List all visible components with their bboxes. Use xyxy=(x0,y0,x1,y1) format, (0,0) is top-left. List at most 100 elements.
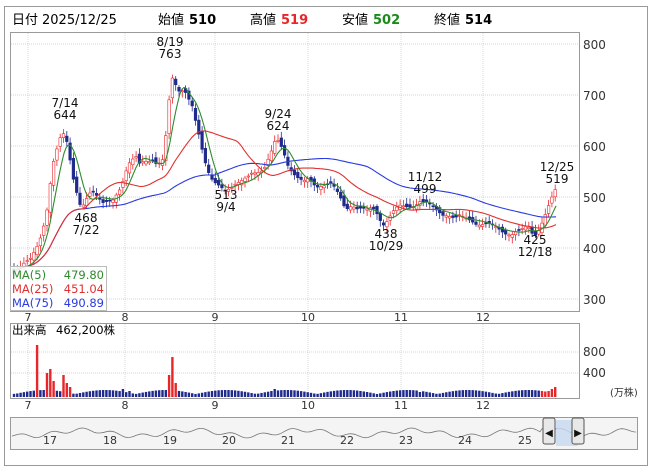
volume-bar xyxy=(220,390,224,397)
candle-body xyxy=(35,246,39,255)
volume-bar xyxy=(214,390,217,397)
volume-bar xyxy=(458,390,461,397)
candle-body xyxy=(342,195,346,207)
volume-bar xyxy=(365,392,369,397)
candle-body xyxy=(322,185,326,189)
range-navigator[interactable]: 17 18 19 20 21 22 23 24 25 ◀ ▶ xyxy=(10,417,638,450)
candle-body xyxy=(381,222,386,226)
price-axis-tick: 500 xyxy=(583,191,606,205)
candle-body xyxy=(131,158,135,166)
candle-body xyxy=(391,210,396,214)
volume-bar xyxy=(59,391,62,397)
candle-body xyxy=(269,150,274,162)
candle-body xyxy=(424,199,429,203)
chart-canvas: 日付 2025/12/25 始値 510 高値 519 安値 502 終値 51… xyxy=(4,6,648,466)
volume-bar xyxy=(375,393,379,397)
close-value: 514 xyxy=(465,13,492,28)
candle-body xyxy=(276,140,280,142)
volume-bar xyxy=(435,393,438,397)
price-axis-tick: 400 xyxy=(583,242,606,256)
volume-bar xyxy=(362,391,365,397)
candle-body xyxy=(474,221,478,225)
volume-bar xyxy=(158,390,161,397)
volume-bar xyxy=(372,393,375,397)
price-axis-tick: 800 xyxy=(583,38,606,52)
volume-bar xyxy=(382,392,385,397)
volume-bar xyxy=(72,393,75,397)
annotation-date: 10/29 xyxy=(369,239,404,253)
volume-bar xyxy=(233,390,237,397)
volume-bar xyxy=(22,392,26,397)
month-tick-label: 10 xyxy=(301,311,315,324)
volume-bar xyxy=(517,390,521,397)
volume-bar xyxy=(491,392,494,397)
candle-body xyxy=(170,77,175,99)
volume-bar xyxy=(511,391,514,397)
candle-body xyxy=(213,178,217,184)
annotation-value: 513 xyxy=(215,188,238,202)
volume-bar xyxy=(514,390,517,397)
volume-bar xyxy=(16,393,19,397)
candle-body xyxy=(510,234,514,238)
candle-body xyxy=(352,206,356,210)
volume-bar xyxy=(306,392,309,397)
candle-body xyxy=(378,212,382,221)
candle-body xyxy=(118,189,122,195)
candle-body xyxy=(408,204,412,208)
candle-body xyxy=(65,135,69,142)
candle-body xyxy=(296,172,300,179)
volume-bar xyxy=(332,390,336,397)
volume-bar xyxy=(438,393,441,397)
annotation-value: 499 xyxy=(414,182,437,196)
volume-bar xyxy=(250,393,253,397)
candle-body xyxy=(421,199,425,202)
volume-bar xyxy=(207,391,210,397)
candle-body xyxy=(147,161,151,164)
price-axis-tick: 300 xyxy=(583,293,606,307)
volume-bar xyxy=(138,393,141,397)
ma75-legend-value: 490.89 xyxy=(64,296,104,310)
volume-bar xyxy=(108,390,111,397)
volume-bar xyxy=(398,390,402,397)
candle-body xyxy=(250,172,254,175)
volume-bar xyxy=(481,391,484,397)
high-label: 高値 xyxy=(250,12,276,28)
volume-bar xyxy=(534,390,537,397)
volume-bar xyxy=(88,391,92,397)
price-axis-tick: 700 xyxy=(583,89,606,103)
candle-body xyxy=(32,252,36,261)
navigator-tick: 17 xyxy=(43,434,57,447)
ma5-legend-label: MA(5) xyxy=(12,268,46,282)
volume-bar xyxy=(45,373,49,397)
candle-body xyxy=(355,206,359,210)
candle-body xyxy=(203,148,208,164)
volume-value: 462,200株 xyxy=(56,323,116,337)
volume-bar xyxy=(148,391,151,397)
volume-bar xyxy=(323,392,326,397)
scroll-right-icon: ▶ xyxy=(574,428,582,439)
candle-body xyxy=(51,161,56,186)
volume-bar xyxy=(32,390,35,397)
volume-bar xyxy=(405,390,408,397)
volume-bar xyxy=(342,390,346,397)
volume-bar xyxy=(125,392,128,397)
volume-bar xyxy=(309,392,313,397)
volume-bar xyxy=(544,391,547,397)
volume-bar xyxy=(128,391,131,397)
candle-body xyxy=(299,176,303,180)
volume-bar xyxy=(270,391,273,397)
volume-bar xyxy=(286,390,290,397)
candle-body xyxy=(104,199,108,202)
annotation-value: 425 xyxy=(524,233,547,247)
candle-body xyxy=(111,199,115,203)
candle-body xyxy=(200,131,204,150)
volume-bar xyxy=(395,390,398,397)
volume-bar xyxy=(181,391,184,397)
volume-bar xyxy=(29,391,32,397)
volume-bar xyxy=(369,392,372,397)
volume-tick-800: 800 xyxy=(583,345,606,359)
volume-bar xyxy=(111,390,115,397)
volume-bar xyxy=(455,390,458,397)
month-tick-label: 10 xyxy=(301,399,315,412)
candle-body xyxy=(395,206,399,212)
